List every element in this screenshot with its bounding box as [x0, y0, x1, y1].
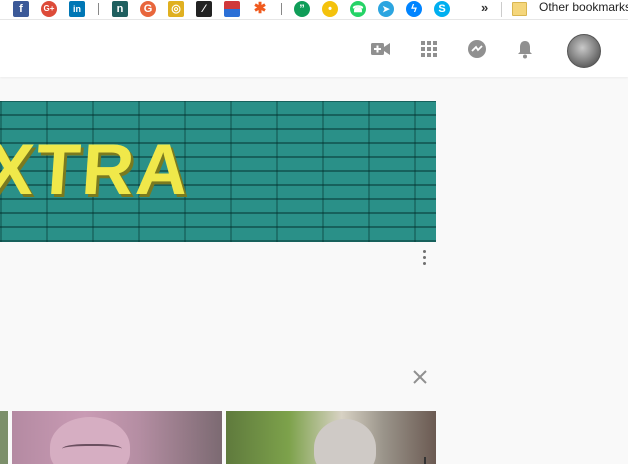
facebook-icon[interactable]: f [13, 1, 29, 17]
telegram-icon[interactable]: ➤ [378, 1, 394, 17]
channel-banner: XTRA [0, 101, 436, 242]
create-video-icon[interactable] [369, 37, 393, 61]
close-icon[interactable] [410, 367, 430, 387]
hangouts-icon[interactable]: ” [294, 1, 310, 17]
apps-grid-icon[interactable] [417, 37, 441, 61]
notifications-bell-icon[interactable] [513, 37, 537, 61]
messages-icon[interactable] [465, 37, 489, 61]
more-bookmarks-button[interactable]: » [481, 0, 488, 15]
skype-icon[interactable]: S [434, 1, 450, 17]
bookmark-separator [281, 3, 282, 15]
yellow-chat-icon[interactable]: • [322, 1, 338, 17]
folder-icon [512, 2, 527, 16]
person-image [314, 419, 376, 464]
bookmark-separator [98, 3, 99, 15]
whatsapp-icon[interactable]: ☎ [350, 1, 366, 17]
orange-gear-icon[interactable]: ✱ [252, 1, 268, 17]
video-thumbnail[interactable] [226, 411, 436, 464]
black-slash-icon[interactable]: ⁄ [196, 1, 212, 17]
red-blue-square-icon[interactable] [224, 1, 240, 17]
messenger-icon[interactable]: ϟ [406, 1, 422, 17]
more-actions-icon[interactable] [420, 250, 428, 266]
top-app-bar [0, 20, 628, 77]
bookmark-divider [501, 2, 502, 17]
glasses-shape [62, 444, 122, 456]
linkedin-icon[interactable]: in [69, 1, 85, 17]
person-image [50, 417, 130, 464]
yellow-circle-icon[interactable]: ◎ [168, 1, 184, 17]
banner-title: XTRA [0, 130, 193, 210]
n-icon[interactable]: n [112, 1, 128, 17]
account-avatar[interactable] [567, 34, 601, 68]
video-thumbnail[interactable] [0, 411, 8, 464]
grammarly-icon[interactable]: G [140, 1, 156, 17]
other-bookmarks-link[interactable]: Other bookmarks [539, 0, 628, 14]
google-plus-icon[interactable]: G+ [41, 1, 57, 17]
thumbnail-marker [424, 457, 426, 464]
bookmarks-bar: f G+ in n G ◎ ⁄ ✱ ” • ☎ ➤ ϟ S » Other bo… [0, 0, 628, 20]
video-thumbnail[interactable] [12, 411, 222, 464]
